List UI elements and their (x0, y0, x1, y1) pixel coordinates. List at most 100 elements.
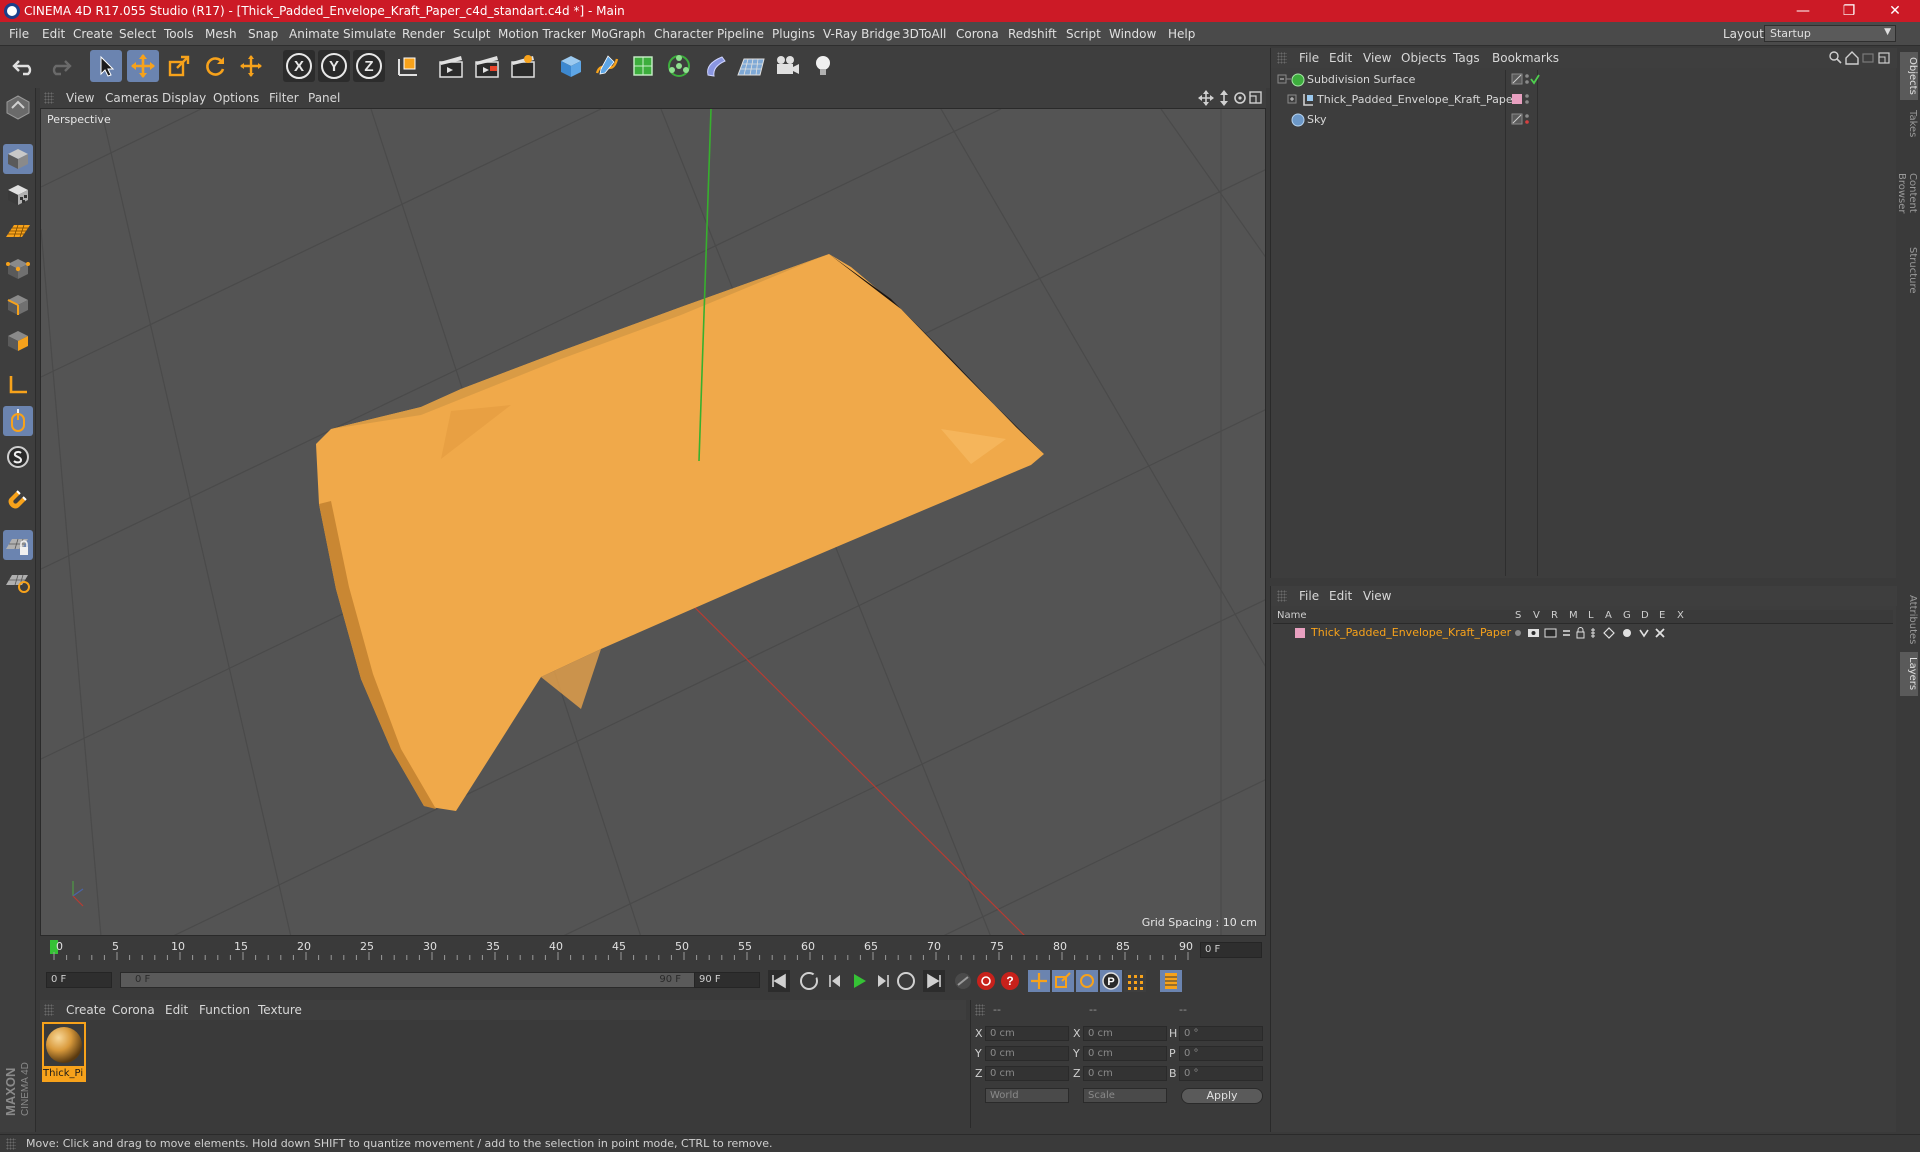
material-menu-edit[interactable]: Edit (165, 1003, 188, 1017)
frame-range-slider[interactable]: 0 F 90 F (120, 972, 696, 988)
rotate-view-icon[interactable] (1234, 92, 1246, 104)
material-menu-texture[interactable]: Texture (258, 1003, 302, 1017)
axis-mode-button[interactable] (3, 370, 33, 400)
generators-flag-icon[interactable] (1603, 627, 1615, 639)
expand-panel-icon[interactable] (1878, 52, 1890, 64)
tab-objects[interactable]: Objects (1900, 52, 1918, 100)
menu-redshift[interactable]: Redshift (1008, 27, 1057, 41)
layer-col-name[interactable]: Name (1277, 610, 1307, 621)
menu-file[interactable]: File (9, 27, 29, 41)
close-button[interactable]: ✕ (1872, 0, 1918, 22)
menu-help[interactable]: Help (1168, 27, 1195, 41)
end-frame-field[interactable]: 90 F (694, 972, 760, 988)
tab-attributes[interactable]: Attributes (1900, 588, 1918, 652)
layer-name[interactable]: Thick_Padded_Envelope_Kraft_Paper (1311, 626, 1511, 639)
viewport-menu-filter[interactable]: Filter (269, 91, 299, 105)
viewport-camera-label[interactable]: Perspective (47, 113, 111, 126)
light-button[interactable] (807, 50, 839, 82)
layer-col-render[interactable]: R (1551, 610, 1558, 621)
tree-expand-icon[interactable] (1287, 94, 1299, 106)
transform-tool-button[interactable] (235, 50, 267, 82)
object-row-subdivision-surface[interactable]: Subdivision Surface (1275, 70, 1897, 90)
floor-button[interactable] (735, 50, 767, 82)
make-editable-button[interactable] (3, 92, 33, 122)
key-position-icon[interactable] (1028, 970, 1050, 992)
layers-menu-file[interactable]: File (1299, 589, 1319, 603)
menu-animate[interactable]: Animate (289, 27, 339, 41)
panel-grip-icon[interactable] (975, 1004, 985, 1016)
minimize-button[interactable]: — (1780, 0, 1826, 22)
scale-tool-button[interactable] (163, 50, 195, 82)
apply-button[interactable]: Apply (1181, 1088, 1263, 1104)
menu-mograph[interactable]: MoGraph (591, 27, 646, 41)
snap-button[interactable] (3, 486, 33, 516)
viewport-menu-view[interactable]: View (66, 91, 94, 105)
object-row-envelope[interactable]: Thick_Padded_Envelope_Kraft_Paper (1275, 90, 1897, 110)
y-axis-lock-button[interactable]: Y (318, 50, 350, 82)
subdivision-surface-button[interactable] (627, 50, 659, 82)
play-icon[interactable] (854, 974, 866, 988)
viewport-menu-panel[interactable]: Panel (308, 91, 340, 105)
render-flag-icon[interactable] (1544, 628, 1557, 638)
layer-col-expressions[interactable]: E (1659, 610, 1665, 621)
workplane-mode-button[interactable] (3, 216, 33, 246)
render-view-button[interactable] (435, 50, 467, 82)
material-menu-create[interactable]: Create (66, 1003, 106, 1017)
panel-grip-icon[interactable] (1277, 590, 1287, 602)
home-icon[interactable] (1845, 51, 1859, 65)
layer-color-swatch[interactable] (1295, 628, 1305, 638)
menu-sculpt[interactable]: Sculpt (453, 27, 490, 41)
objects-menu-bookmarks[interactable]: Bookmarks (1492, 51, 1559, 65)
viewport-menu-options[interactable]: Options (213, 91, 259, 105)
live-selection-button[interactable] (90, 50, 122, 82)
x-axis-lock-button[interactable]: X (283, 50, 315, 82)
panel-grip-icon[interactable] (1277, 52, 1287, 64)
coord-rot-h-field[interactable]: 0 ° (1179, 1026, 1263, 1041)
coord-pos-y-field[interactable]: 0 cm (985, 1046, 1069, 1061)
z-axis-lock-button[interactable]: Z (353, 50, 385, 82)
material-swatch[interactable]: Thick_Pi (42, 1022, 86, 1082)
solo-flag-icon[interactable] (1515, 630, 1521, 636)
locked-flag-icon[interactable] (1576, 627, 1585, 639)
layer-color-icon[interactable] (1512, 94, 1522, 104)
material-menu-corona[interactable]: Corona (112, 1003, 155, 1017)
layer-col-animation[interactable]: A (1605, 610, 1612, 621)
visibility-dots-icon[interactable] (1525, 74, 1529, 84)
menu-script[interactable]: Script (1066, 27, 1101, 41)
tab-takes[interactable]: Takes (1900, 104, 1918, 144)
menu-select[interactable]: Select (119, 27, 156, 41)
enabled-check-icon[interactable] (1530, 74, 1540, 85)
deformers-flag-icon[interactable] (1623, 629, 1631, 637)
tab-structure[interactable]: Structure (1900, 242, 1918, 298)
edges-mode-button[interactable] (3, 290, 33, 320)
key-scale-icon[interactable] (1052, 970, 1074, 992)
key-parameter-icon[interactable]: P (1100, 970, 1122, 992)
coord-size-x-field[interactable]: 0 cm (1083, 1026, 1167, 1041)
manager-flag-icon[interactable] (1563, 630, 1570, 636)
viewport-menu-display[interactable]: Display (162, 91, 206, 105)
start-frame-field[interactable]: 0 F (46, 972, 112, 988)
layer-col-solo[interactable]: S (1515, 610, 1521, 621)
locked-workplane-button[interactable] (3, 530, 33, 560)
previous-key-icon[interactable] (800, 972, 818, 990)
points-mode-button[interactable] (3, 254, 33, 284)
menu-character[interactable]: Character (654, 27, 713, 41)
model-mode-button[interactable] (3, 144, 33, 174)
previous-frame-icon[interactable] (829, 975, 840, 987)
layer-col-manager[interactable]: M (1569, 610, 1578, 621)
layer-col-locked[interactable]: L (1588, 610, 1594, 621)
tweak-mode-button[interactable] (3, 406, 33, 436)
object-row-sky[interactable]: Sky (1275, 110, 1897, 130)
layer-col-xref[interactable]: X (1677, 610, 1684, 621)
menu-motion-tracker[interactable]: Motion Tracker (498, 27, 586, 41)
menu-tools[interactable]: Tools (164, 27, 194, 41)
go-to-start-icon[interactable] (768, 970, 790, 992)
panel-grip-icon[interactable] (44, 1004, 54, 1016)
layers-menu-view[interactable]: View (1363, 589, 1391, 603)
layer-col-generators[interactable]: G (1623, 610, 1631, 621)
tab-layers[interactable]: Layers (1900, 652, 1918, 696)
coord-pos-x-field[interactable]: 0 cm (985, 1026, 1069, 1041)
objects-menu-view[interactable]: View (1363, 51, 1391, 65)
visibility-dots-icon[interactable] (1525, 94, 1529, 104)
restore-button[interactable]: ❐ (1826, 0, 1872, 22)
